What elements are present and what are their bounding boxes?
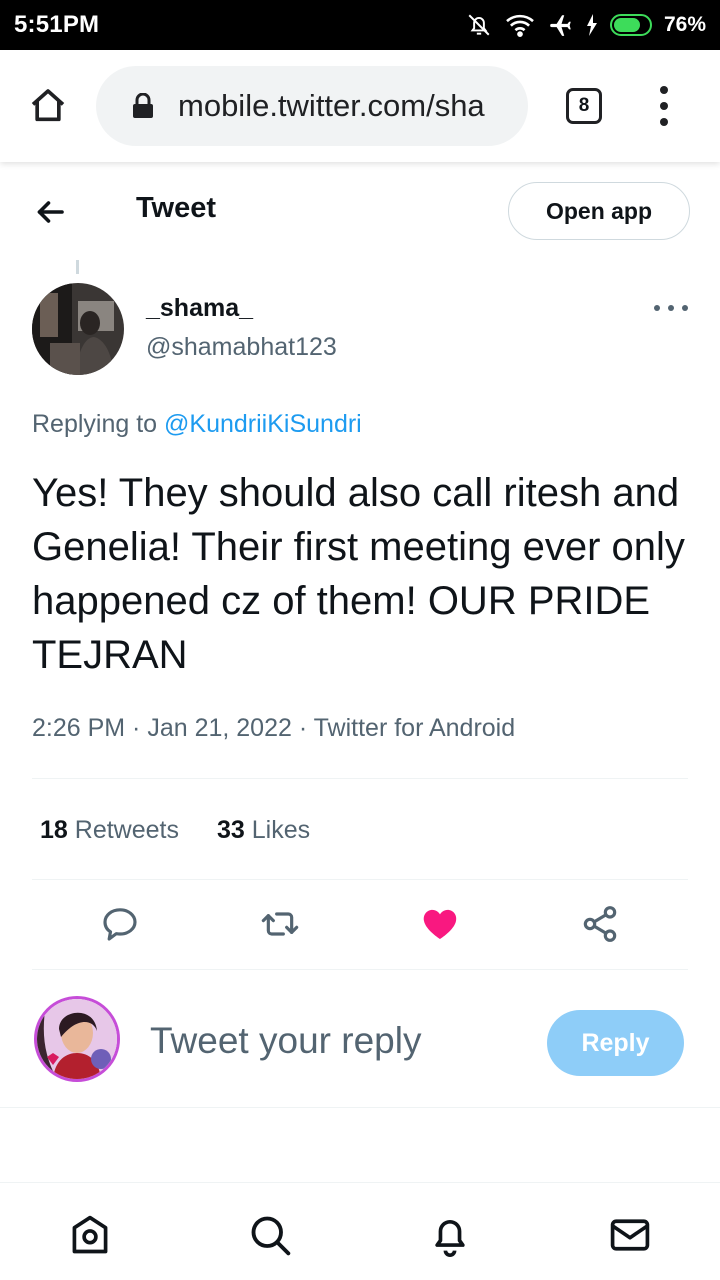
- reply-button[interactable]: Reply: [547, 1010, 684, 1076]
- retweets-label: Retweets: [74, 816, 179, 844]
- bottom-nav: [0, 1182, 720, 1280]
- tweet-stats: 18 Retweets 33 Likes: [40, 816, 310, 845]
- browser-toolbar: mobile.twitter.com/sha 8: [0, 50, 720, 162]
- more-options-icon[interactable]: [654, 298, 688, 318]
- reply-icon[interactable]: [100, 904, 140, 944]
- share-icon[interactable]: [580, 904, 620, 944]
- likes-stat[interactable]: 33 Likes: [217, 816, 310, 845]
- status-bar: 5:51PM 76%: [0, 0, 720, 50]
- replying-to: Replying to @KundriiKiSundri: [32, 410, 362, 439]
- author-handle[interactable]: @shamabhat123: [146, 333, 337, 362]
- browser-menu-icon[interactable]: [652, 86, 676, 126]
- messages-nav-icon[interactable]: [608, 1213, 652, 1257]
- reply-input[interactable]: Tweet your reply: [150, 1020, 421, 1062]
- likes-count: 33: [216, 816, 245, 844]
- retweets-count: 18: [40, 816, 68, 844]
- wifi-icon: [506, 14, 534, 37]
- replying-prefix: Replying to: [32, 410, 158, 438]
- divider: [32, 969, 688, 970]
- tab-switcher-button[interactable]: 8: [566, 88, 602, 124]
- status-time: 5:51PM: [14, 11, 100, 38]
- user-avatar[interactable]: [34, 996, 120, 1082]
- divider: [32, 778, 688, 779]
- airplane-icon: [550, 15, 571, 36]
- battery-icon: [609, 14, 652, 36]
- url-bar[interactable]: mobile.twitter.com/sha: [96, 66, 528, 146]
- status-icons: 76%: [466, 12, 706, 38]
- like-heart-icon[interactable]: [420, 904, 460, 944]
- divider: [0, 1107, 720, 1108]
- tweet-timestamp[interactable]: 2:26 PM · Jan 21, 2022 · Twitter for And…: [32, 714, 515, 743]
- url-text[interactable]: mobile.twitter.com/sha: [178, 88, 485, 124]
- battery-percent: 76%: [663, 13, 706, 36]
- search-nav-icon[interactable]: [248, 1213, 292, 1257]
- divider: [32, 879, 688, 880]
- bell-off-icon: [468, 14, 490, 36]
- notifications-nav-icon[interactable]: [428, 1213, 472, 1257]
- back-arrow-icon[interactable]: [32, 194, 68, 230]
- author-avatar[interactable]: [32, 283, 124, 375]
- lock-icon: [133, 93, 153, 118]
- retweet-icon[interactable]: [260, 904, 300, 944]
- tweet-header: Tweet Open app: [0, 170, 720, 252]
- tweet-actions: [0, 900, 720, 952]
- home-icon[interactable]: [28, 86, 68, 126]
- replying-to-link[interactable]: @KundriiKiSundri: [164, 410, 362, 438]
- page-title: Tweet: [136, 192, 217, 224]
- likes-label: Likes: [251, 816, 311, 844]
- thread-connector: [76, 260, 79, 274]
- author-name[interactable]: _shama_: [146, 294, 253, 323]
- charging-icon: [586, 14, 597, 36]
- retweets-stat[interactable]: 18 Retweets: [40, 816, 179, 845]
- tweet-text: Yes! They should also call ritesh and Ge…: [32, 471, 685, 677]
- open-app-button[interactable]: Open app: [508, 182, 690, 240]
- home-nav-icon[interactable]: [68, 1213, 112, 1257]
